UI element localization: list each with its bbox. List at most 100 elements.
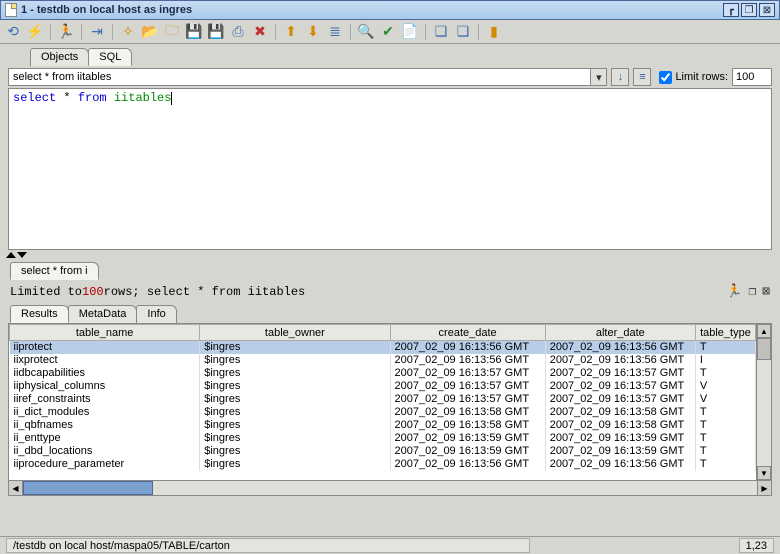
cell[interactable]: iidbcapabilities <box>10 367 200 380</box>
cell[interactable]: $ingres <box>200 393 390 406</box>
cell[interactable]: ii_dbd_locations <box>10 445 200 458</box>
folder-icon[interactable]: 🗀 <box>163 23 181 41</box>
cell[interactable]: $ingres <box>200 380 390 393</box>
sql-editor[interactable]: select * from iitables <box>8 88 772 250</box>
cell[interactable]: 2007_02_09 16:13:59 GMT <box>390 445 545 458</box>
cell[interactable]: T <box>695 419 755 432</box>
tab-info[interactable]: Info <box>136 305 176 323</box>
table-row[interactable]: ii_dict_modules$ingres2007_02_09 16:13:5… <box>10 406 756 419</box>
open-icon[interactable]: 📂 <box>141 23 159 41</box>
save-as-icon[interactable]: 💾 <box>207 23 225 41</box>
cell[interactable]: $ingres <box>200 406 390 419</box>
col-table-type[interactable]: table_type <box>695 325 755 341</box>
script-icon[interactable]: 📄 <box>401 23 419 41</box>
commit-icon[interactable]: ✔ <box>379 23 397 41</box>
limit-rows-input[interactable] <box>732 68 772 86</box>
table-row[interactable]: iixprotect$ingres2007_02_09 16:13:56 GMT… <box>10 354 756 367</box>
cell[interactable]: $ingres <box>200 354 390 367</box>
cell[interactable]: $ingres <box>200 367 390 380</box>
table-row[interactable]: iiprocedure_parameter$ingres2007_02_09 1… <box>10 458 756 471</box>
col-table-owner[interactable]: table_owner <box>200 325 390 341</box>
tab-metadata[interactable]: MetaData <box>68 305 138 323</box>
cell[interactable]: 2007_02_09 16:13:57 GMT <box>545 393 695 406</box>
cell[interactable]: 2007_02_09 16:13:58 GMT <box>545 406 695 419</box>
rerun-icon[interactable]: 🏃 <box>726 284 742 299</box>
tab-sql[interactable]: SQL <box>88 48 132 66</box>
minimize-button[interactable]: ┏ <box>723 3 739 17</box>
table-row[interactable]: ii_enttype$ingres2007_02_09 16:13:59 GMT… <box>10 432 756 445</box>
cell[interactable]: 2007_02_09 16:13:57 GMT <box>545 367 695 380</box>
tab-results[interactable]: Results <box>10 305 69 323</box>
cell[interactable]: ii_qbfnames <box>10 419 200 432</box>
cell[interactable]: $ingres <box>200 432 390 445</box>
table-row[interactable]: iidbcapabilities$ingres2007_02_09 16:13:… <box>10 367 756 380</box>
cell[interactable]: iiphysical_columns <box>10 380 200 393</box>
cell[interactable]: iiprotect <box>10 341 200 354</box>
col-create-date[interactable]: create_date <box>390 325 545 341</box>
cell[interactable]: $ingres <box>200 419 390 432</box>
print-icon[interactable]: ⎙ <box>229 23 247 41</box>
vertical-scrollbar[interactable]: ▲ ▼ <box>756 324 771 480</box>
table-row[interactable]: iiprotect$ingres2007_02_09 16:13:56 GMT2… <box>10 341 756 354</box>
scroll-down-button[interactable]: ▼ <box>757 466 771 480</box>
close-button[interactable]: ⊠ <box>759 3 775 17</box>
col-alter-date[interactable]: alter_date <box>545 325 695 341</box>
run-query-button[interactable]: ↓ <box>611 68 629 86</box>
cell[interactable]: 2007_02_09 16:13:57 GMT <box>390 393 545 406</box>
table-row[interactable]: ii_dbd_locations$ingres2007_02_09 16:13:… <box>10 445 756 458</box>
cell[interactable]: 2007_02_09 16:13:58 GMT <box>545 419 695 432</box>
cell[interactable]: $ingres <box>200 445 390 458</box>
maximize-button[interactable]: ❐ <box>741 3 757 17</box>
cell[interactable]: ii_enttype <box>10 432 200 445</box>
hscroll-left-button[interactable]: ◀ <box>9 481 23 495</box>
db-icon[interactable]: ≣ <box>326 23 344 41</box>
query-combo[interactable]: ▾ <box>8 68 607 86</box>
delete-icon[interactable]: ✖ <box>251 23 269 41</box>
hscroll-right-button[interactable]: ▶ <box>757 481 771 495</box>
cell[interactable]: 2007_02_09 16:13:59 GMT <box>390 432 545 445</box>
cell[interactable]: iiprocedure_parameter <box>10 458 200 471</box>
export-icon[interactable]: ⇥ <box>88 23 106 41</box>
cascade-icon[interactable]: ❏ <box>454 23 472 41</box>
table-row[interactable]: iiphysical_columns$ingres2007_02_09 16:1… <box>10 380 756 393</box>
query-combo-input[interactable] <box>9 69 590 85</box>
search-icon[interactable]: 🔍 <box>357 23 375 41</box>
cell[interactable]: 2007_02_09 16:13:58 GMT <box>390 406 545 419</box>
cell[interactable]: 2007_02_09 16:13:56 GMT <box>390 458 545 471</box>
close-result-icon[interactable]: ⊠ <box>762 284 770 299</box>
cell[interactable]: 2007_02_09 16:13:59 GMT <box>545 432 695 445</box>
cell[interactable]: T <box>695 341 755 354</box>
up-icon[interactable]: ⬆ <box>282 23 300 41</box>
limit-rows-check[interactable]: Limit rows: <box>659 71 728 84</box>
refresh-icon[interactable]: ⟲ <box>4 23 22 41</box>
cell[interactable]: T <box>695 406 755 419</box>
cell[interactable]: ii_dict_modules <box>10 406 200 419</box>
cell[interactable]: T <box>695 445 755 458</box>
limit-rows-checkbox[interactable] <box>659 71 672 84</box>
list-button[interactable]: ≡ <box>633 68 651 86</box>
col-table-name[interactable]: table_name <box>10 325 200 341</box>
cell[interactable]: $ingres <box>200 458 390 471</box>
hscroll-thumb[interactable] <box>23 481 153 495</box>
scroll-up-button[interactable]: ▲ <box>757 324 771 338</box>
cell[interactable]: 2007_02_09 16:13:59 GMT <box>545 445 695 458</box>
windows-icon[interactable]: ❏ <box>432 23 450 41</box>
run-icon[interactable]: 🏃 <box>57 23 75 41</box>
marker-icon[interactable]: ▮ <box>485 23 503 41</box>
horizontal-scrollbar[interactable]: ◀ ▶ <box>8 481 772 496</box>
scroll-thumb[interactable] <box>757 338 771 360</box>
cell[interactable]: $ingres <box>200 341 390 354</box>
cell[interactable]: 2007_02_09 16:13:57 GMT <box>390 380 545 393</box>
down-icon[interactable]: ⬇ <box>304 23 322 41</box>
cell[interactable]: 2007_02_09 16:13:56 GMT <box>545 354 695 367</box>
results-grid[interactable]: table_name table_owner create_date alter… <box>9 324 756 471</box>
cell[interactable]: 2007_02_09 16:13:57 GMT <box>390 367 545 380</box>
connect-icon[interactable]: ⚡ <box>26 23 44 41</box>
splitter[interactable] <box>0 250 780 260</box>
cell[interactable]: 2007_02_09 16:13:56 GMT <box>545 458 695 471</box>
new-icon[interactable]: ✧ <box>119 23 137 41</box>
cell[interactable]: I <box>695 354 755 367</box>
cell[interactable]: T <box>695 458 755 471</box>
table-row[interactable]: ii_qbfnames$ingres 2007_02_09 16:13:58 GM… <box>10 419 756 432</box>
cell[interactable]: 2007_02_09 16:13:57 GMT <box>545 380 695 393</box>
